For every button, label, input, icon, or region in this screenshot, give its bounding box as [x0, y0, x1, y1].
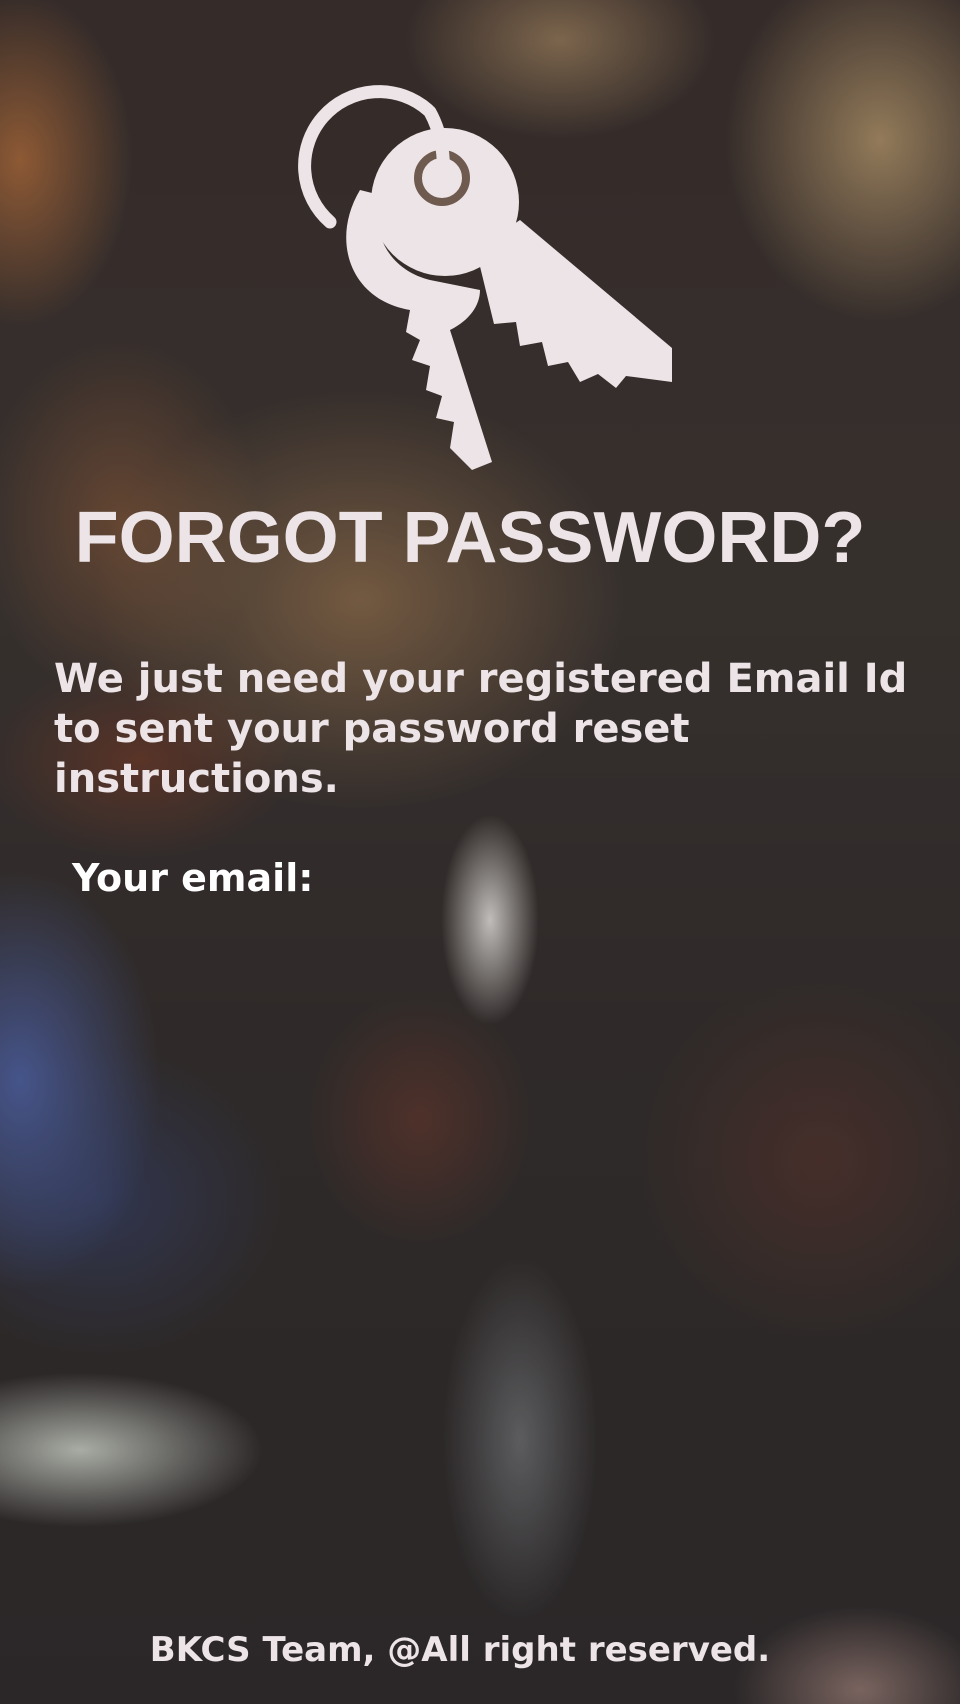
footer-text: BKCS Team, @All right reserved.: [149, 1630, 771, 1670]
page-subtitle: We just need your registered Email Id to…: [54, 656, 908, 802]
keys-icon: [298, 85, 672, 470]
email-input[interactable]: [72, 924, 888, 994]
email-label: Your email:: [72, 856, 314, 900]
page-title: FORGOT PASSWORD?: [74, 498, 866, 578]
